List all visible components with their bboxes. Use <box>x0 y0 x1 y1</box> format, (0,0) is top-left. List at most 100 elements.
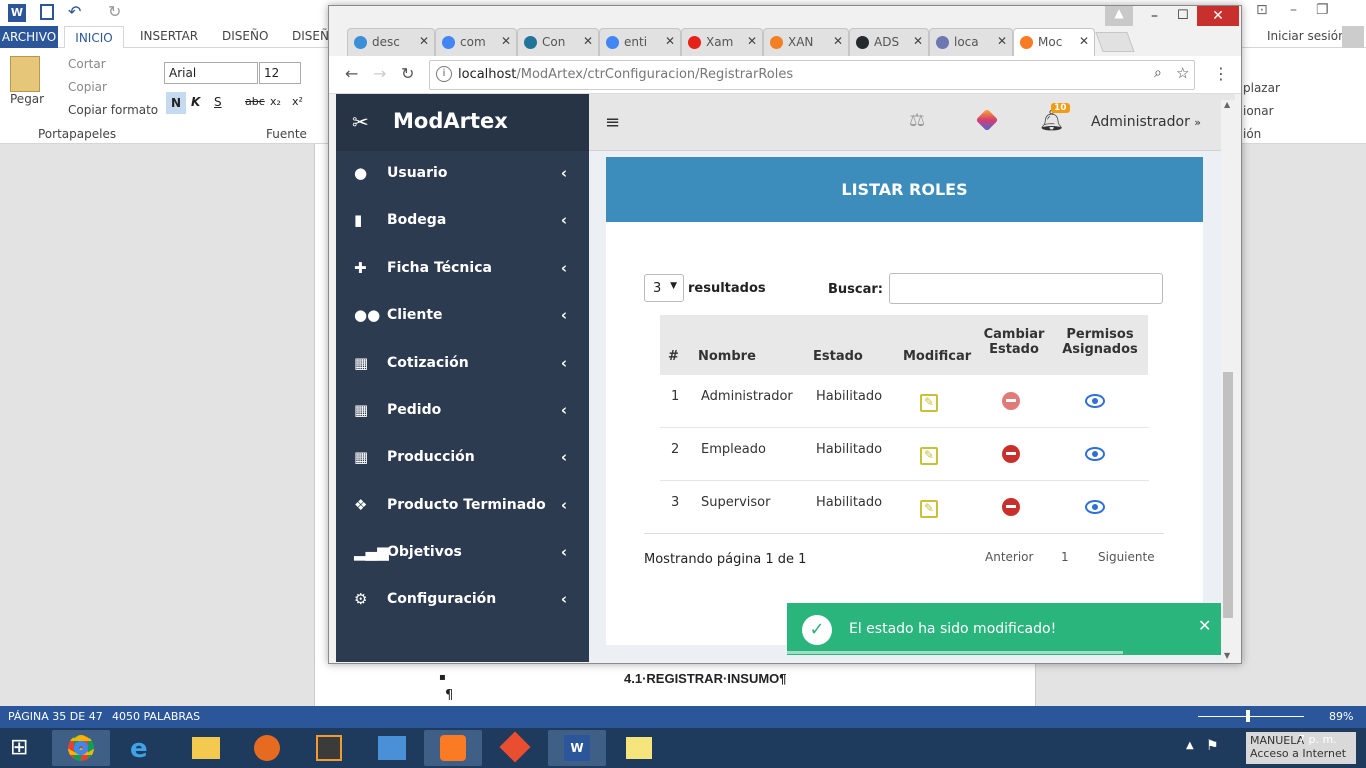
tab-diseno-2[interactable]: DISEÑ <box>292 29 329 43</box>
cut-button[interactable]: Cortar <box>68 57 106 71</box>
browser-tab[interactable]: desc ✕ <box>347 28 435 56</box>
underline-button[interactable]: S <box>214 95 222 109</box>
format-painter-button[interactable]: Copiar formato <box>68 103 158 117</box>
toast-close-icon[interactable]: ✕ <box>1198 616 1211 635</box>
sidebar-item[interactable]: ▦ Producción ‹ <box>336 435 589 482</box>
search-input[interactable] <box>889 273 1163 304</box>
sidebar-item[interactable]: ❖ Producto Terminado ‹ <box>336 483 589 530</box>
tab-close-icon[interactable]: ✕ <box>913 34 923 48</box>
col-permisos[interactable]: Permisos Asignados <box>1062 327 1138 357</box>
new-tab-button[interactable] <box>1095 32 1135 52</box>
select-button[interactable]: ionar <box>1243 104 1274 118</box>
subscript-button[interactable]: x₂ <box>270 95 281 108</box>
brand-logo[interactable]: ✂ ModArtex <box>336 94 589 151</box>
user-menu[interactable]: Administrador » <box>1091 114 1201 130</box>
tab-close-icon[interactable]: ✕ <box>833 34 843 48</box>
pager-page[interactable]: 1 <box>1061 550 1069 564</box>
word-taskbar-icon[interactable]: W <box>548 730 606 766</box>
edit-icon[interactable]: ✎ <box>920 447 938 465</box>
scroll-thumb[interactable] <box>1223 372 1233 618</box>
sidebar-item[interactable]: ▦ Pedido ‹ <box>336 388 589 435</box>
browser-tab[interactable]: Xam ✕ <box>681 28 763 56</box>
edit-icon[interactable]: ✎ <box>920 394 938 412</box>
control-panel-taskbar-icon[interactable] <box>362 730 420 766</box>
sidebar-item[interactable]: ▮ Bodega ‹ <box>336 198 589 245</box>
sticky-notes-taskbar-icon[interactable] <box>610 730 668 766</box>
tab-close-icon[interactable]: ✕ <box>665 34 675 48</box>
sidebar-item[interactable]: ⚙ Configuración ‹ <box>336 577 589 624</box>
firefox-taskbar-icon[interactable] <box>238 730 296 766</box>
bold-button[interactable]: N <box>166 92 186 114</box>
address-bar[interactable]: i localhost/ModArtex/ctrConfiguracion/Re… <box>429 60 1195 90</box>
disable-icon[interactable] <box>1002 445 1020 463</box>
copy-button[interactable]: Copiar <box>68 80 107 94</box>
col-estado[interactable]: Estado <box>813 349 863 364</box>
page-count[interactable]: PÁGINA 35 DE 47 <box>8 710 103 723</box>
col-cambiar-estado[interactable]: Cambiar Estado <box>980 327 1048 357</box>
tab-close-icon[interactable]: ✕ <box>583 34 593 48</box>
browser-tab[interactable]: XAN ✕ <box>763 28 849 56</box>
col-modificar[interactable]: Modificar <box>903 349 971 364</box>
tray-up-icon[interactable]: ▲ <box>1186 740 1194 751</box>
minimize-word-icon[interactable]: – <box>1290 2 1297 18</box>
browser-tab[interactable]: Moc ✕ <box>1013 28 1095 56</box>
tab-insertar[interactable]: INSERTAR <box>140 29 198 43</box>
tab-close-icon[interactable]: ✕ <box>997 34 1007 48</box>
maximize-icon[interactable]: ☐ <box>1177 8 1189 23</box>
eye-icon[interactable] <box>1085 500 1105 514</box>
disable-icon[interactable] <box>1002 392 1020 410</box>
xampp-taskbar-icon[interactable] <box>424 730 482 766</box>
browser-tab[interactable]: Con ✕ <box>517 28 599 56</box>
info-icon[interactable]: i <box>436 66 452 82</box>
close-window-icon[interactable]: ✕ <box>1197 6 1239 26</box>
tab-diseno[interactable]: DISEÑO <box>222 29 268 43</box>
font-name-field[interactable]: Arial <box>164 62 258 84</box>
eye-icon[interactable] <box>1085 447 1105 461</box>
undo-icon[interactable]: ↶ <box>68 2 81 21</box>
ribbon-options-icon[interactable]: ⊡ <box>1256 2 1268 18</box>
edit-icon[interactable]: ✎ <box>920 500 938 518</box>
sidebar-item[interactable]: ▂▄▆ Objetivos ‹ <box>336 530 589 577</box>
minimize-icon[interactable]: – <box>1151 8 1158 24</box>
scroll-down-icon[interactable]: ▼ <box>1224 651 1230 660</box>
page-scrollbar[interactable]: ▲ ▼ <box>1221 100 1235 662</box>
col-num[interactable]: # <box>668 349 679 364</box>
replace-button[interactable]: plazar <box>1243 81 1280 95</box>
hamburger-icon[interactable]: ≡ <box>605 112 620 133</box>
ie-taskbar-icon[interactable]: e <box>114 730 172 766</box>
signin-link[interactable]: Iniciar sesión <box>1267 29 1346 43</box>
browser-tab[interactable]: loca ✕ <box>929 28 1013 56</box>
superscript-button[interactable]: x² <box>292 95 303 108</box>
italic-button[interactable]: K <box>191 95 200 109</box>
sidebar-item[interactable]: ✚ Ficha Técnica ‹ <box>336 246 589 293</box>
paste-button[interactable]: Pegar <box>10 92 44 106</box>
restore-word-icon[interactable]: ❐ <box>1316 2 1329 18</box>
zoom-slider-thumb[interactable] <box>1246 710 1250 722</box>
back-icon[interactable]: ← <box>345 64 358 83</box>
git-taskbar-icon[interactable] <box>486 730 544 766</box>
sidebar-item[interactable]: ●● Cliente ‹ <box>336 293 589 340</box>
menu-dots-icon[interactable]: ⋮ <box>1213 64 1229 83</box>
sidebar-item[interactable]: ▦ Cotización ‹ <box>336 341 589 388</box>
balance-scale-icon[interactable]: ⚖ <box>909 110 925 131</box>
zoom-level[interactable]: 89% <box>1329 710 1353 723</box>
flag-icon[interactable]: ⚑ <box>1206 738 1219 754</box>
page-length-select[interactable]: 3 ▼ <box>644 274 684 302</box>
chrome-taskbar-icon[interactable] <box>52 730 110 766</box>
tab-close-icon[interactable]: ✕ <box>747 34 757 48</box>
paint-brush-icon[interactable] <box>975 108 999 132</box>
bookmark-star-icon[interactable]: ☆ <box>1176 64 1189 82</box>
word-count[interactable]: 4050 PALABRAS <box>112 710 200 723</box>
eye-icon[interactable] <box>1085 394 1105 408</box>
redo-icon[interactable]: ↻ <box>108 2 121 21</box>
windows-start-icon[interactable]: ⊞ <box>10 736 38 760</box>
sidebar-item[interactable]: ● Usuario ‹ <box>336 151 589 198</box>
disable-icon[interactable] <box>1002 498 1020 516</box>
zoom-slider[interactable] <box>1198 716 1304 717</box>
tab-inicio[interactable]: INICIO <box>64 26 124 49</box>
reload-icon[interactable]: ↻ <box>401 64 414 83</box>
sublime-taskbar-icon[interactable] <box>300 730 358 766</box>
browser-tab[interactable]: enti ✕ <box>599 28 681 56</box>
browser-tab[interactable]: com ✕ <box>435 28 517 56</box>
pager-prev[interactable]: Anterior <box>985 550 1033 564</box>
